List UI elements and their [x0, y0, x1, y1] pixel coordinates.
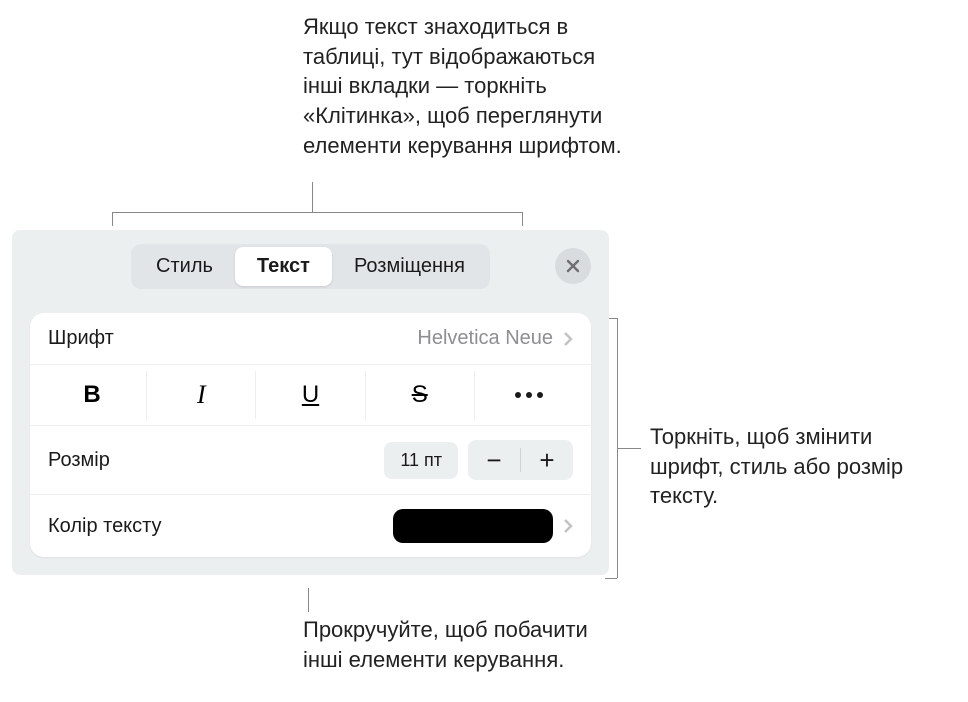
- size-stepper: − +: [468, 440, 573, 480]
- callout-scroll: Прокручуйте, щоб побачити інші елементи …: [303, 615, 633, 674]
- bold-button[interactable]: B: [38, 371, 147, 419]
- underline-glyph: U: [302, 381, 319, 409]
- leader-line: [112, 212, 113, 226]
- size-decrease-button[interactable]: −: [468, 440, 520, 480]
- more-styles-button[interactable]: [475, 371, 583, 419]
- bold-glyph: B: [83, 381, 100, 409]
- format-tabs: Стиль Текст Розміщення: [131, 244, 490, 289]
- format-panel: Стиль Текст Розміщення Шрифт Helvetica N…: [12, 230, 609, 575]
- chevron-right-icon: [563, 518, 573, 534]
- chevron-right-icon: [563, 331, 573, 347]
- text-color-swatch[interactable]: [393, 509, 553, 543]
- tab-layout[interactable]: Розміщення: [332, 247, 487, 286]
- panel-header: Стиль Текст Розміщення: [12, 230, 609, 303]
- close-button[interactable]: [555, 248, 591, 284]
- leader-line: [617, 448, 641, 449]
- size-row: Розмір 11 пт − +: [30, 426, 591, 495]
- leader-line: [312, 182, 313, 212]
- text-style-row: B I U S: [30, 365, 591, 426]
- text-color-label: Колір тексту: [48, 515, 162, 538]
- size-label: Розмір: [48, 449, 110, 472]
- more-icon: [515, 392, 543, 398]
- leader-line: [617, 318, 618, 578]
- italic-button[interactable]: I: [147, 371, 256, 419]
- leader-line: [308, 588, 309, 612]
- tab-text[interactable]: Текст: [235, 247, 332, 286]
- close-icon: [565, 258, 581, 274]
- italic-glyph: I: [197, 380, 206, 410]
- text-color-row[interactable]: Колір тексту: [30, 495, 591, 557]
- leader-line: [112, 212, 522, 213]
- callout-font-controls: Торкніть, щоб змінити шрифт, стиль або р…: [650, 422, 950, 511]
- font-label: Шрифт: [48, 327, 114, 350]
- leader-line: [522, 212, 523, 226]
- size-value-button[interactable]: 11 пт: [384, 442, 458, 479]
- tab-style[interactable]: Стиль: [134, 247, 235, 286]
- font-row[interactable]: Шрифт Helvetica Neue: [30, 313, 591, 365]
- size-increase-button[interactable]: +: [521, 440, 573, 480]
- leader-line: [605, 578, 617, 579]
- strike-glyph: S: [412, 381, 428, 409]
- font-value: Helvetica Neue: [417, 327, 553, 350]
- text-card: Шрифт Helvetica Neue B I U S Розмір 11 п…: [30, 313, 591, 557]
- strikethrough-button[interactable]: S: [366, 371, 475, 419]
- callout-tabs: Якщо текст знаходиться в таблиці, тут ві…: [303, 12, 633, 160]
- underline-button[interactable]: U: [256, 371, 365, 419]
